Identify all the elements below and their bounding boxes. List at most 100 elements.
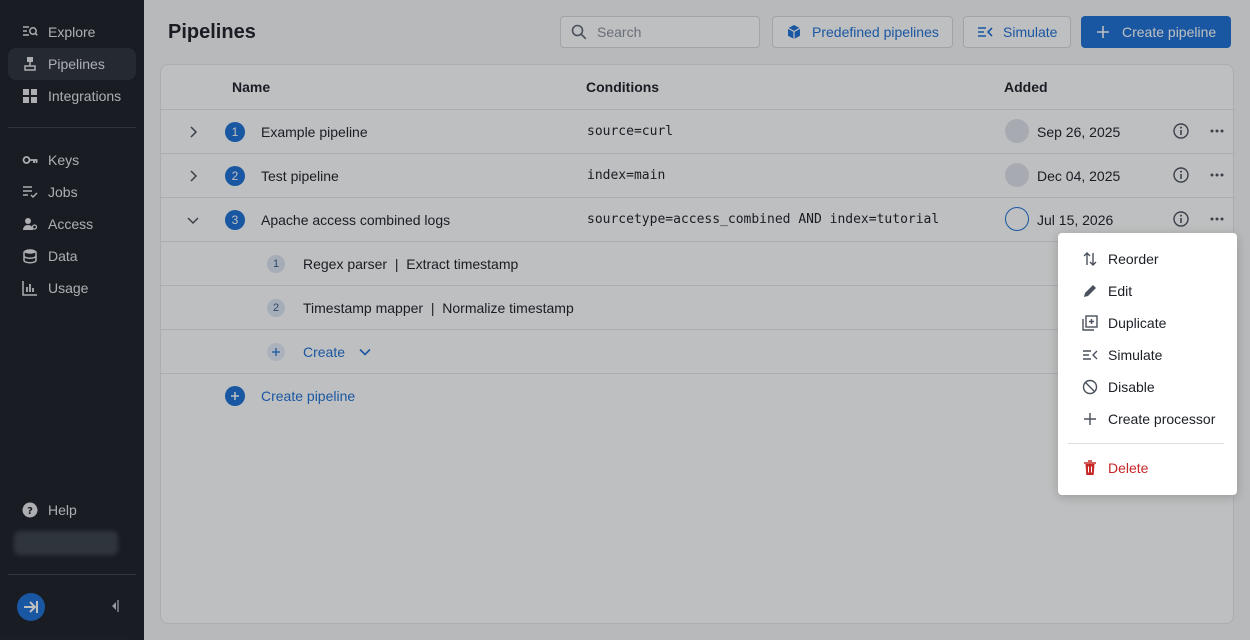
processor-name: Regex parser | Extract timestamp [303, 256, 519, 272]
plus-icon [1082, 411, 1098, 427]
nav-label: Jobs [48, 184, 78, 200]
disable-icon [1082, 379, 1098, 395]
chevron-right-icon[interactable] [185, 168, 201, 184]
create-pipeline-link[interactable]: Create pipeline [261, 388, 355, 404]
svg-text:?: ? [27, 506, 33, 517]
search-icon [571, 24, 587, 40]
pipeline-index-badge: 3 [225, 210, 245, 230]
menu-item-delete[interactable]: Delete [1058, 452, 1237, 484]
processor-index-badge: 2 [267, 299, 285, 317]
nav-label: Integrations [48, 88, 122, 104]
integrations-icon [21, 87, 39, 105]
chevron-down-icon[interactable] [185, 212, 201, 228]
processor-index-badge: 1 [267, 255, 285, 273]
info-icon[interactable] [1173, 167, 1189, 183]
pipeline-index-badge: 2 [225, 166, 245, 186]
usage-chart-icon [21, 279, 39, 297]
pipeline-name: Test pipeline [261, 168, 339, 184]
plus-icon[interactable] [267, 343, 285, 361]
processor-name: Timestamp mapper | Normalize timestamp [303, 300, 574, 316]
sidebar-divider [8, 574, 136, 575]
menu-item-simulate[interactable]: Simulate [1058, 339, 1237, 371]
more-options-icon[interactable] [1209, 123, 1225, 139]
nav-label: Usage [48, 280, 89, 296]
nav-item-explore[interactable]: Explore [8, 16, 136, 48]
database-icon [21, 247, 39, 265]
menu-item-label: Disable [1108, 379, 1155, 395]
help-icon: ? [21, 501, 39, 519]
user-account[interactable] [14, 531, 118, 555]
plus-icon [1097, 26, 1109, 38]
nav-item-usage[interactable]: Usage [8, 272, 136, 304]
page-title: Pipelines [168, 21, 256, 43]
more-options-icon[interactable] [1209, 211, 1225, 227]
pipeline-actions-menu: Reorder Edit Duplicate Simulate Disable … [1058, 233, 1237, 495]
menu-item-label: Edit [1108, 283, 1133, 299]
pencil-icon [1082, 283, 1098, 299]
app-logo-icon[interactable] [17, 593, 45, 621]
menu-item-label: Delete [1108, 460, 1149, 476]
pipelines-icon [21, 55, 39, 73]
nav-item-data[interactable]: Data [8, 240, 136, 272]
pipeline-added-date: Jul 15, 2026 [1037, 212, 1114, 228]
menu-item-duplicate[interactable]: Duplicate [1058, 307, 1237, 339]
nav-item-keys[interactable]: Keys [8, 144, 136, 176]
chevron-down-icon [359, 348, 371, 356]
simulate-icon [1082, 347, 1098, 363]
create-pipeline-button[interactable]: Create pipeline [1081, 16, 1232, 48]
simulate-icon [978, 27, 993, 37]
menu-item-disable[interactable]: Disable [1058, 371, 1237, 403]
avatar [1005, 207, 1029, 231]
nav-item-integrations[interactable]: Integrations [8, 80, 136, 112]
predefined-pipelines-label: Predefined pipelines [812, 24, 939, 40]
nav-label: Access [48, 216, 94, 232]
plus-icon[interactable] [225, 386, 245, 406]
table-row[interactable]: 2 Test pipeline index=main Dec 04, 2025 [161, 153, 1235, 197]
access-icon [21, 215, 39, 233]
menu-item-label: Simulate [1108, 347, 1163, 363]
menu-item-create-processor[interactable]: Create processor [1058, 403, 1237, 435]
pipeline-index-badge: 1 [225, 122, 245, 142]
jobs-icon [21, 183, 39, 201]
reorder-icon [1082, 251, 1098, 267]
nav-label: Help [48, 502, 77, 518]
pipeline-condition: source=curl [587, 124, 674, 139]
pipeline-added-date: Sep 26, 2025 [1037, 124, 1121, 140]
menu-item-label: Reorder [1108, 251, 1159, 267]
menu-item-edit[interactable]: Edit [1058, 275, 1237, 307]
avatar [1005, 163, 1029, 187]
avatar [1005, 119, 1029, 143]
nav-label: Explore [48, 24, 96, 40]
column-header-added: Added [1004, 79, 1048, 95]
predefined-pipelines-button[interactable]: Predefined pipelines [772, 16, 953, 48]
nav-item-help[interactable]: ? Help [8, 494, 136, 526]
search-input[interactable] [597, 24, 747, 40]
menu-item-label: Create processor [1108, 411, 1216, 427]
search-box[interactable] [560, 16, 760, 48]
nav-label: Data [48, 248, 78, 264]
info-icon[interactable] [1173, 123, 1189, 139]
nav-item-access[interactable]: Access [8, 208, 136, 240]
pipeline-added-date: Dec 04, 2025 [1037, 168, 1121, 184]
trash-icon [1082, 460, 1098, 476]
create-processor-label: Create [303, 344, 346, 360]
nav-item-pipelines[interactable]: Pipelines [8, 48, 136, 80]
info-icon[interactable] [1173, 211, 1189, 227]
chevron-right-icon[interactable] [185, 124, 201, 140]
cube-icon [787, 25, 801, 39]
pipeline-condition: sourcetype=access_combined AND index=tut… [587, 212, 940, 227]
nav-label: Keys [48, 152, 80, 168]
table-row[interactable]: 1 Example pipeline source=curl Sep 26, 2… [161, 109, 1235, 153]
nav-label: Pipelines [48, 56, 105, 72]
sidebar: Explore Pipelines Integrations Keys Jobs… [0, 0, 144, 640]
explore-icon [21, 23, 39, 41]
more-options-icon[interactable] [1209, 167, 1225, 183]
column-header-conditions: Conditions [586, 79, 660, 95]
menu-item-reorder[interactable]: Reorder [1058, 243, 1237, 275]
menu-divider [1068, 443, 1224, 444]
collapse-sidebar-icon[interactable] [106, 598, 122, 614]
simulate-button[interactable]: Simulate [963, 16, 1072, 48]
create-processor-button[interactable]: Create [303, 344, 371, 360]
duplicate-icon [1082, 315, 1098, 331]
nav-item-jobs[interactable]: Jobs [8, 176, 136, 208]
